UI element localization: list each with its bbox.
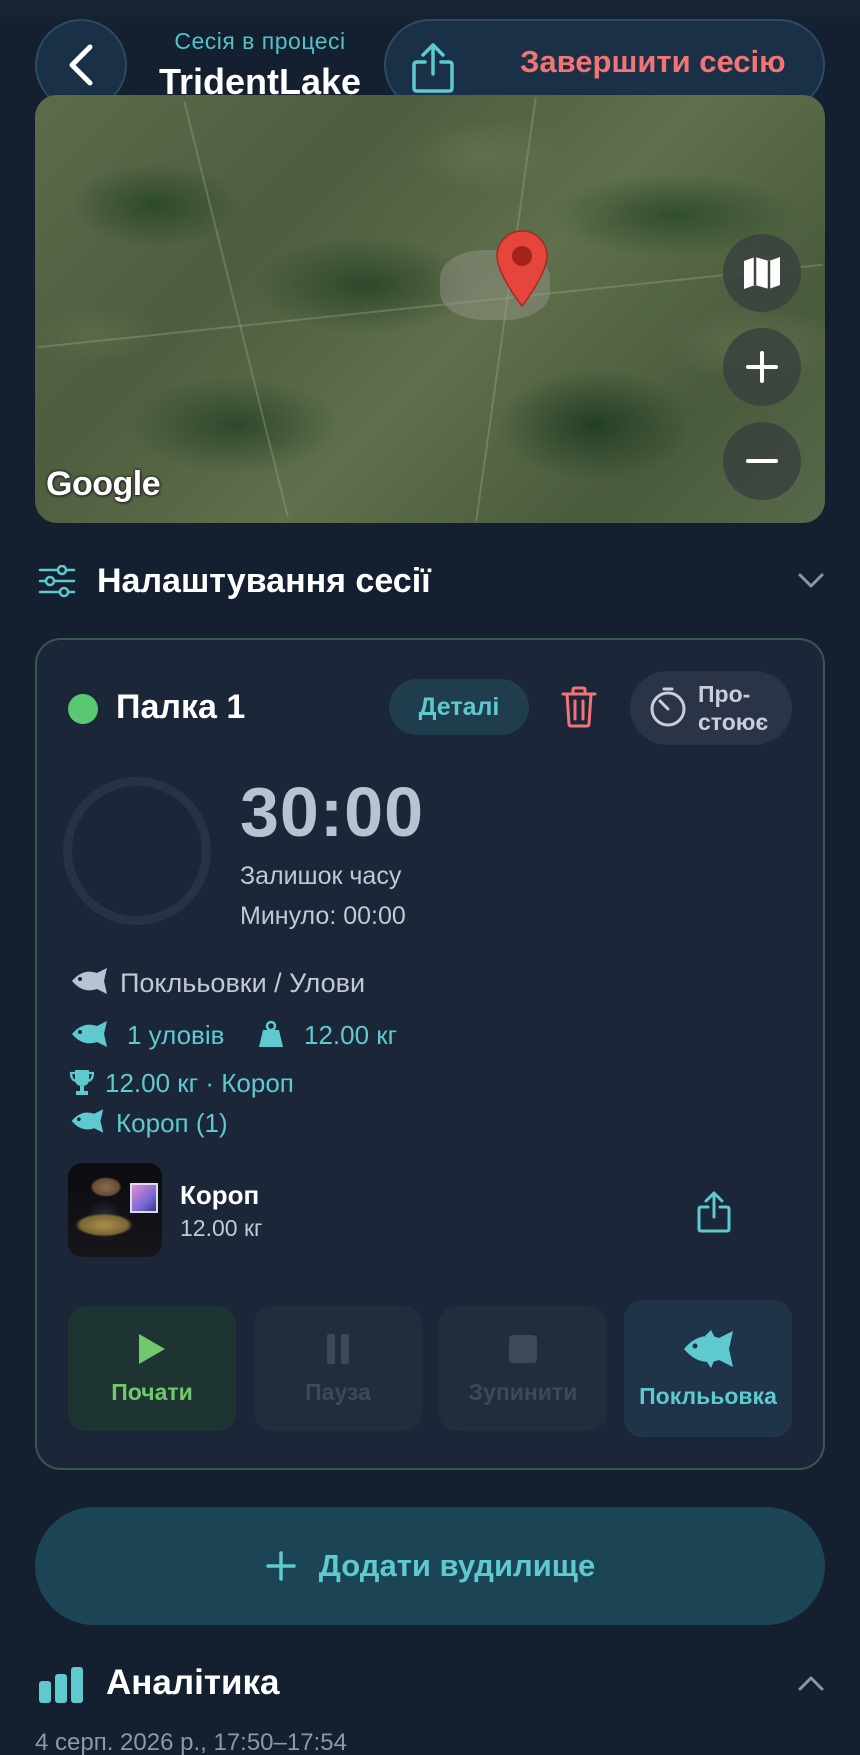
species-count: Короп (1) — [116, 1108, 228, 1138]
best-catch: 12.00 кг · Короп — [105, 1068, 294, 1098]
stop-icon — [509, 1335, 537, 1363]
session-status-subtitle: Сесія в процесі — [174, 28, 346, 54]
bite-button-label: Поклььовка — [639, 1383, 777, 1409]
session-title-block: Сесія в процесі TridentLake — [150, 28, 370, 103]
share-icon[interactable] — [695, 1190, 733, 1234]
map-layers-icon — [744, 257, 780, 289]
start-button[interactable]: Почати — [68, 1306, 236, 1431]
add-rod-label: Додати вудилище — [318, 1548, 596, 1583]
zoom-in-icon — [746, 351, 778, 383]
stop-button[interactable]: Зупинити — [439, 1306, 607, 1431]
map-road — [183, 101, 289, 517]
bite-button[interactable]: Поклььовка — [624, 1300, 792, 1437]
fish-icon — [684, 1330, 733, 1368]
analytics-date-range: 4 серп. 2026 р., 17:50–17:54 — [35, 1729, 347, 1755]
map-road — [37, 263, 823, 349]
rod-details-button[interactable]: Деталі — [389, 679, 529, 735]
google-logo: Google — [46, 465, 161, 503]
sliders-icon — [38, 565, 76, 597]
timer-icon — [650, 687, 686, 727]
pause-button[interactable]: Пауза — [254, 1306, 422, 1431]
chevron-down-icon[interactable] — [797, 572, 825, 590]
rod-status-indicator — [68, 694, 98, 724]
weight-icon — [259, 1020, 283, 1047]
pause-icon — [327, 1334, 349, 1364]
zoom-out-button[interactable] — [723, 422, 801, 500]
fish-icon — [71, 1109, 104, 1133]
analytics-section-title[interactable]: Аналітика — [106, 1663, 279, 1703]
fish-icon — [72, 968, 107, 994]
end-session-button[interactable]: Завершити сесію — [520, 44, 786, 80]
trash-icon[interactable] — [560, 685, 598, 729]
stop-button-label: Зупинити — [468, 1379, 578, 1405]
share-icon[interactable] — [408, 42, 458, 94]
add-rod-button[interactable]: Додати вудилище — [35, 1507, 825, 1625]
catch-count: 1 уловів — [127, 1020, 225, 1050]
photo-frame — [130, 1183, 158, 1213]
session-settings-toggle[interactable]: Налаштування сесії — [97, 562, 431, 601]
zoom-out-icon — [746, 459, 778, 463]
fish-icon — [72, 1021, 107, 1047]
catch-weight: 12.00 кг — [180, 1215, 263, 1241]
start-button-label: Почати — [111, 1379, 193, 1405]
map-view[interactable] — [35, 95, 825, 523]
chevron-left-icon — [69, 44, 93, 86]
plus-icon — [266, 1551, 296, 1581]
time-remaining-label: Залишок часу — [240, 862, 402, 890]
idle-status-text: Про- стоює — [698, 681, 769, 735]
total-weight: 12.00 кг — [304, 1020, 398, 1050]
location-pin-icon[interactable] — [493, 228, 551, 308]
pause-button-label: Пауза — [305, 1379, 371, 1405]
bar-chart-icon — [39, 1667, 83, 1703]
trophy-icon — [69, 1070, 95, 1095]
chevron-up-icon[interactable] — [797, 1674, 825, 1692]
zoom-in-button[interactable] — [723, 328, 801, 406]
timer-display: 30:00 — [240, 773, 425, 851]
play-icon — [139, 1334, 165, 1364]
elapsed-time: Минуло: 00:00 — [240, 902, 406, 930]
catch-photo[interactable] — [68, 1163, 162, 1257]
timer-progress-ring — [63, 777, 211, 925]
bites-catches-label: Поклььовки / Улови — [120, 968, 366, 998]
catch-species-name: Короп — [180, 1180, 260, 1210]
map-type-button[interactable] — [723, 234, 801, 312]
rod-name: Палка 1 — [116, 688, 246, 726]
